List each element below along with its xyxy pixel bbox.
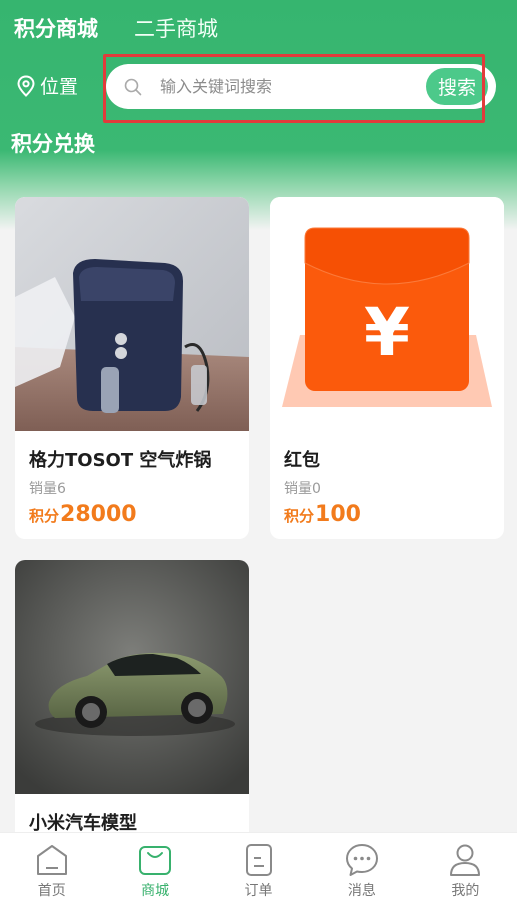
nav-home[interactable]: 首页: [0, 833, 103, 900]
message-icon: [345, 844, 378, 876]
order-icon: [245, 844, 272, 876]
price-value: 28000: [60, 502, 137, 527]
home-icon: [36, 845, 67, 875]
tab-secondhand-mall[interactable]: 二手商城: [134, 14, 218, 44]
red-packet-image: ¥: [270, 197, 504, 431]
product-card-car-model[interactable]: 小米汽车模型: [15, 560, 249, 850]
product-name: 格力TOSOT 空气炸锅: [29, 450, 212, 471]
nav-shop-label: 商城: [141, 883, 170, 899]
svg-text:¥: ¥: [364, 294, 410, 371]
nav-profile-label: 我的: [451, 883, 480, 899]
search-highlight-box: [103, 54, 485, 123]
price-unit: 积分: [284, 507, 315, 525]
section-title: 积分兑换: [11, 132, 95, 156]
product-price: 积分 28000: [29, 502, 249, 527]
product-card-red-packet[interactable]: ¥ 红包 销量0 积分 100: [270, 197, 504, 539]
bottom-navigation: 首页 商城 订单 消息 我的: [0, 832, 517, 900]
product-card-air-fryer[interactable]: 格力TOSOT 空气炸锅 销量6 积分 28000: [15, 197, 249, 539]
nav-profile[interactable]: 我的: [414, 833, 517, 900]
price-value: 100: [315, 502, 361, 527]
location-selector[interactable]: 位置: [16, 72, 78, 99]
product-sales: 销量0: [284, 481, 321, 497]
profile-icon: [450, 844, 481, 876]
car-model-image: [15, 560, 249, 794]
nav-home-label: 首页: [37, 883, 66, 899]
location-label: 位置: [40, 76, 79, 98]
product-sales: 销量6: [29, 481, 66, 497]
nav-messages[interactable]: 消息: [310, 833, 413, 900]
product-price: 积分 100: [284, 502, 504, 527]
price-unit: 积分: [29, 507, 60, 525]
location-pin-icon: [16, 74, 36, 97]
product-name: 红包: [284, 450, 320, 471]
tab-points-mall[interactable]: 积分商城: [14, 14, 98, 44]
nav-orders-label: 订单: [244, 883, 273, 899]
air-fryer-image: [15, 197, 249, 431]
nav-orders[interactable]: 订单: [207, 833, 310, 900]
nav-messages-label: 消息: [347, 883, 376, 899]
shop-bag-icon: [139, 846, 172, 875]
mall-tabs: 积分商城 二手商城: [14, 14, 218, 44]
nav-shop[interactable]: 商城: [103, 833, 206, 900]
